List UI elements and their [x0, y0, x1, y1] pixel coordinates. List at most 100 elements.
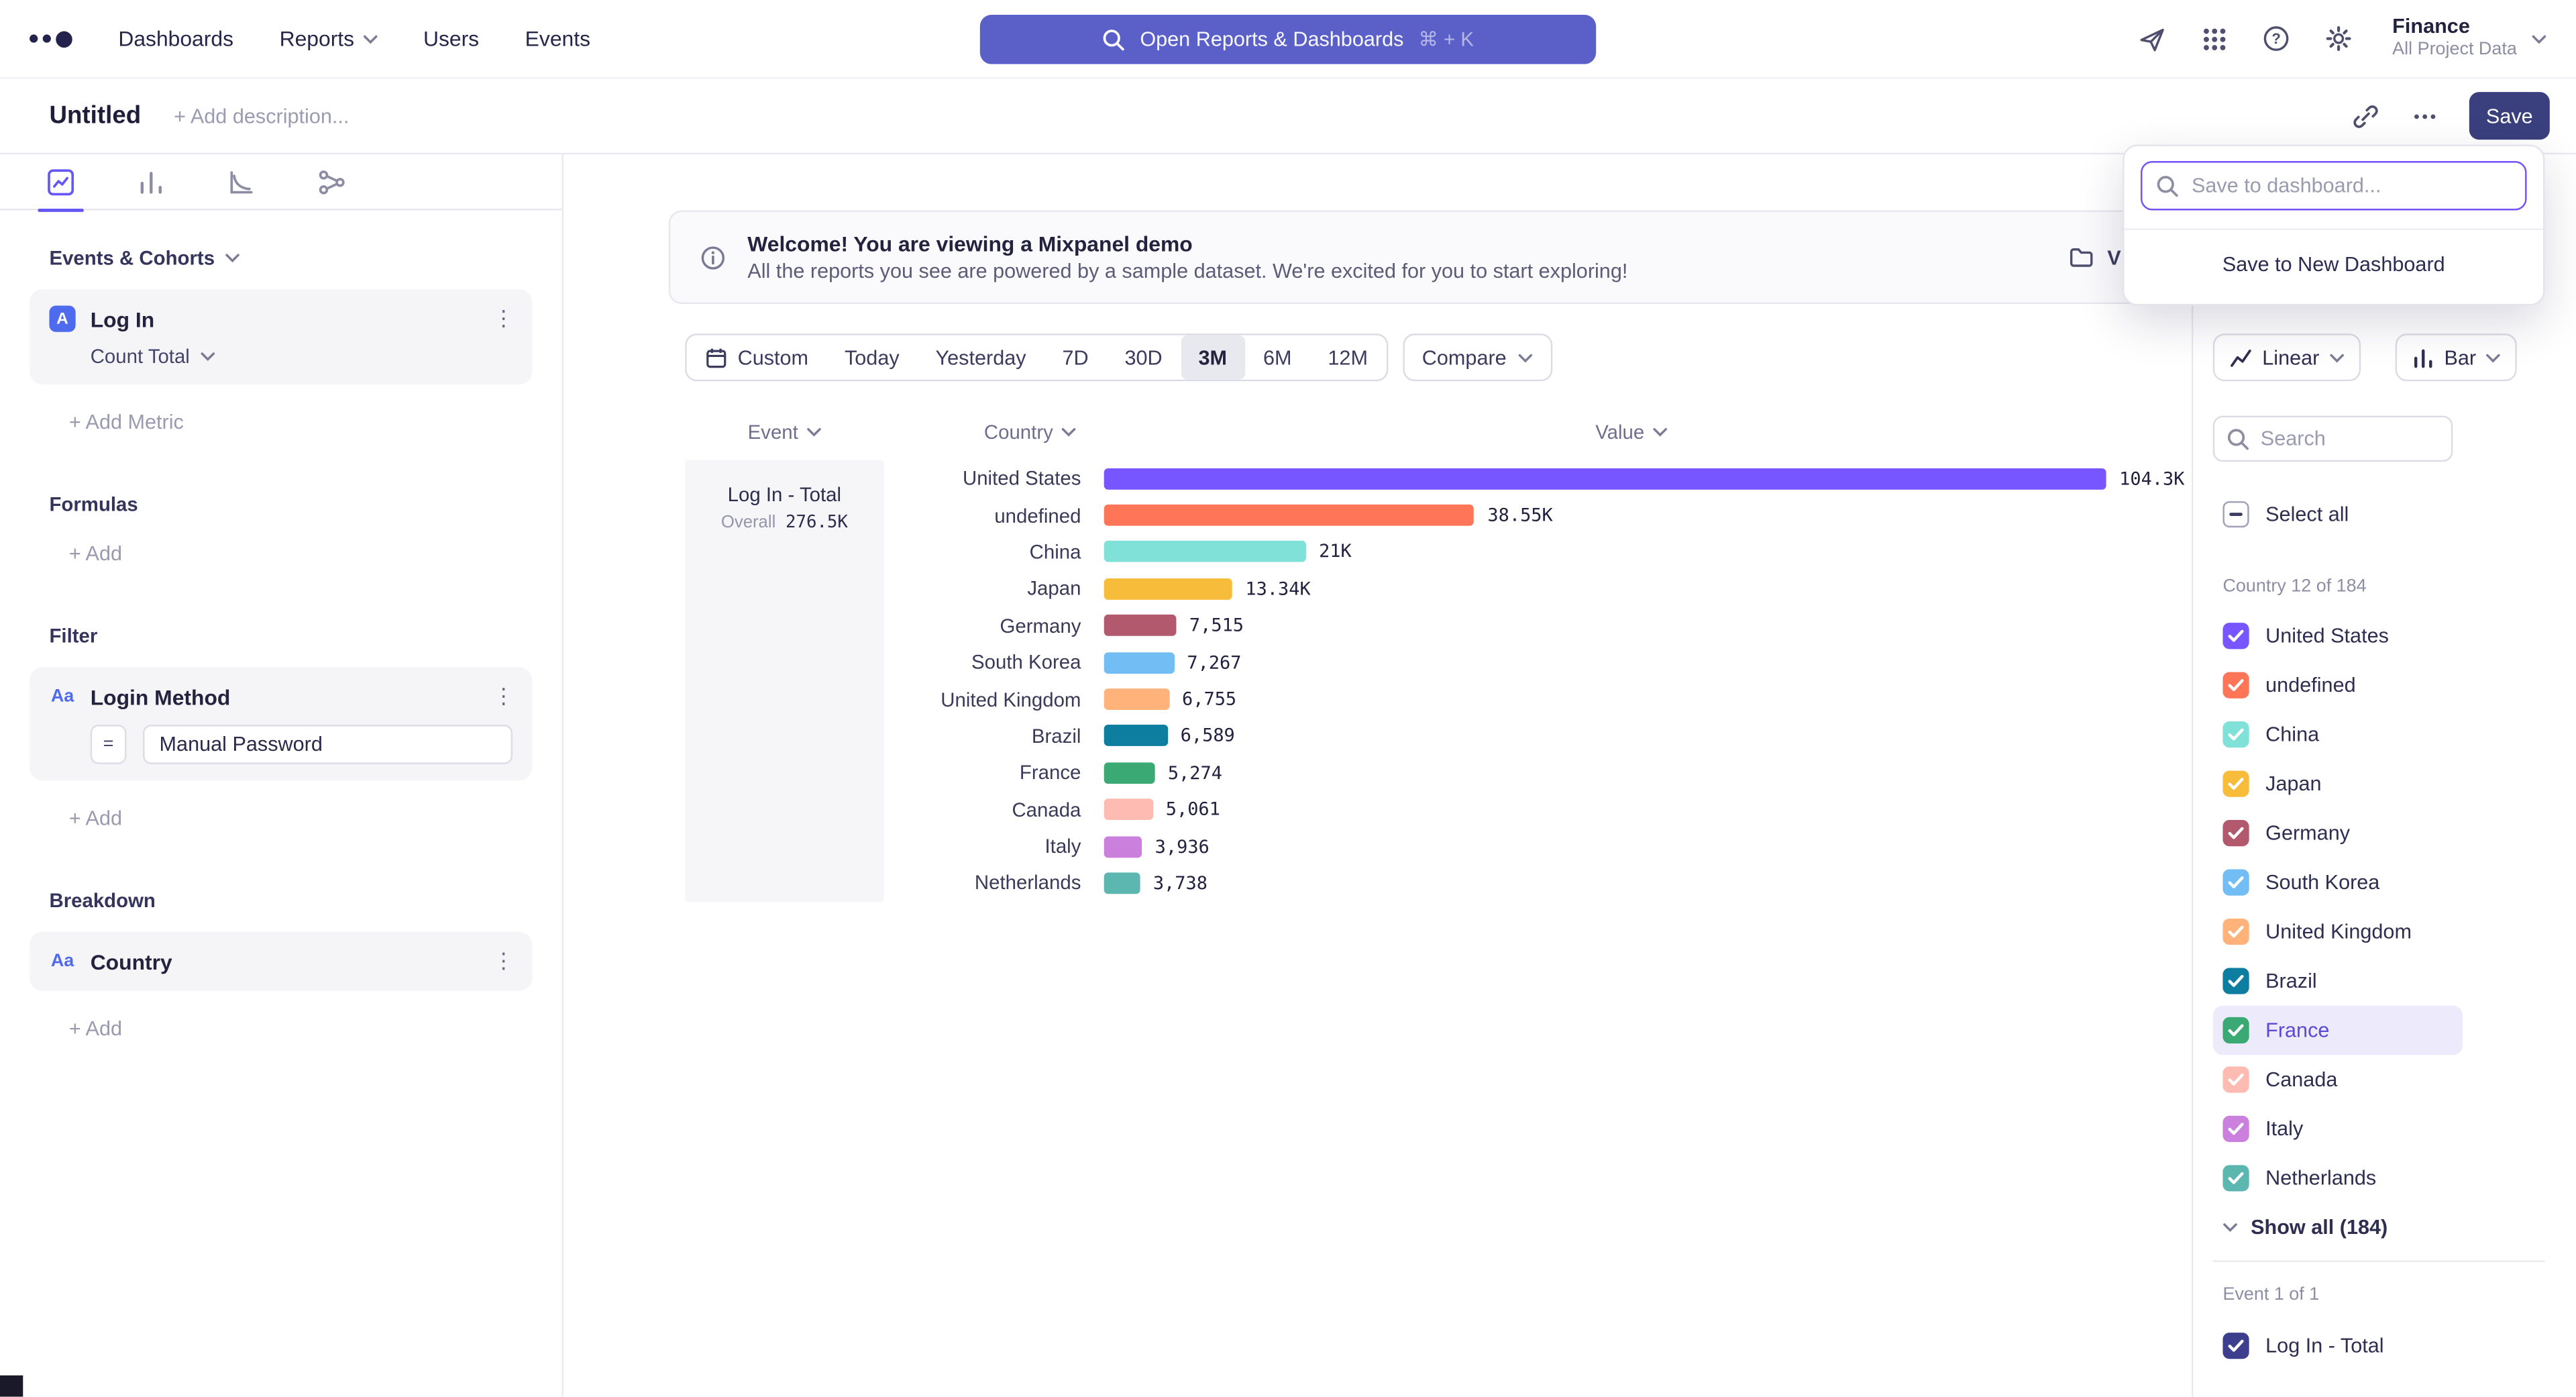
bar-china[interactable] — [1104, 541, 1306, 563]
legend-item-china[interactable]: China — [2213, 710, 2463, 759]
gear-icon[interactable] — [2323, 23, 2355, 54]
country-section-label: Country 12 of 184 — [2213, 577, 2576, 597]
bar-canada[interactable] — [1104, 799, 1152, 821]
tab-retention-icon[interactable] — [227, 167, 256, 197]
report-title[interactable]: Untitled — [49, 102, 141, 130]
checkbox-checked[interactable] — [2222, 672, 2249, 698]
range-button-yesterday[interactable]: Yesterday — [918, 335, 1044, 380]
event-menu-icon[interactable]: ⋮ — [493, 306, 513, 332]
bar-france[interactable] — [1104, 762, 1155, 784]
bar-netherlands[interactable] — [1104, 872, 1140, 894]
checkbox-indeterminate[interactable] — [2222, 501, 2249, 527]
compare-button[interactable]: Compare — [1402, 333, 1552, 381]
legend-item-netherlands[interactable]: Netherlands — [2213, 1153, 2463, 1202]
bar-united-states[interactable] — [1104, 468, 2106, 489]
bar-italy[interactable] — [1104, 836, 1142, 858]
tab-insights-icon[interactable] — [46, 167, 76, 197]
checkbox-checked[interactable] — [2222, 623, 2249, 649]
checkbox-checked[interactable] — [2222, 771, 2249, 797]
value-label: 7,515 — [1189, 615, 1244, 637]
checkbox-checked[interactable] — [2222, 968, 2249, 994]
add-formula-button[interactable]: + Add — [69, 542, 562, 565]
legend-item-undefined[interactable]: undefined — [2213, 660, 2463, 709]
dashboard-search-input[interactable] — [2141, 161, 2527, 210]
range-button-12m[interactable]: 12M — [1309, 335, 1385, 380]
range-button-6m[interactable]: 6M — [1245, 335, 1309, 380]
bar-undefined[interactable] — [1104, 505, 1474, 526]
category-label: China — [884, 541, 1104, 564]
filter-card[interactable]: Aa Login Method ⋮ = Manual Password — [30, 667, 532, 780]
send-icon[interactable] — [2136, 23, 2167, 54]
save-button[interactable]: Save — [2469, 92, 2550, 140]
tab-funnels-icon[interactable] — [136, 167, 166, 197]
legend-item-france[interactable]: France — [2213, 1006, 2463, 1055]
copy-link-icon[interactable] — [2351, 101, 2380, 131]
legend-item-canada[interactable]: Canada — [2213, 1055, 2463, 1104]
bar-japan[interactable] — [1104, 578, 1232, 600]
legend-item-japan[interactable]: Japan — [2213, 759, 2463, 808]
column-header-value[interactable]: Value — [1106, 421, 2157, 444]
bar-united-kingdom[interactable] — [1104, 688, 1169, 710]
column-header-event[interactable]: Event — [685, 421, 883, 444]
apps-grid-icon[interactable] — [2198, 23, 2230, 54]
global-search[interactable]: Open Reports & Dashboards ⌘ + K — [980, 15, 1596, 64]
range-button-3m[interactable]: 3M — [1181, 335, 1245, 380]
event-card[interactable]: A Log In ⋮ Count Total — [30, 289, 532, 384]
bar-germany[interactable] — [1104, 615, 1177, 637]
nav-item-dashboards[interactable]: Dashboards — [118, 26, 233, 51]
column-header-country[interactable]: Country — [945, 421, 1116, 444]
select-all-row[interactable]: Select all — [2213, 501, 2576, 527]
help-icon[interactable]: ? — [2261, 23, 2292, 54]
checkbox-checked[interactable] — [2222, 1165, 2249, 1191]
filter-operator[interactable]: = — [91, 725, 127, 764]
events-cohorts-header[interactable]: Events & Cohorts — [49, 246, 561, 269]
legend-item-brazil[interactable]: Brazil — [2213, 956, 2463, 1005]
bar-south-korea[interactable] — [1104, 652, 1174, 673]
mixpanel-logo[interactable] — [30, 30, 72, 46]
save-to-new-dashboard-button[interactable]: Save to New Dashboard — [2125, 230, 2543, 297]
breakdown-menu-icon[interactable]: ⋮ — [493, 948, 513, 974]
nav-item-reports[interactable]: Reports — [280, 26, 378, 51]
scale-dropdown[interactable]: Linear — [2213, 333, 2361, 381]
chart-type-dropdown[interactable]: Bar — [2395, 333, 2517, 381]
legend-event-item[interactable]: Log In - Total — [2213, 1321, 2463, 1370]
event-summary-cell[interactable]: Log In - Total Overall 276.5K — [685, 460, 883, 902]
breakdown-card[interactable]: Aa Country ⋮ — [30, 932, 532, 991]
checkbox-checked[interactable] — [2222, 820, 2249, 846]
chevron-down-icon — [1518, 352, 1533, 362]
legend-item-united-kingdom[interactable]: United Kingdom — [2213, 907, 2463, 956]
range-button-30d[interactable]: 30D — [1107, 335, 1181, 380]
more-options-icon[interactable] — [2410, 101, 2440, 131]
legend-item-south-korea[interactable]: South Korea — [2213, 858, 2463, 907]
nav-item-users[interactable]: Users — [423, 26, 479, 51]
show-all-button[interactable]: Show all (184) — [2213, 1216, 2576, 1239]
legend-item-united-states[interactable]: United States — [2213, 611, 2463, 660]
filter-value[interactable]: Manual Password — [143, 725, 513, 764]
legend-item-italy[interactable]: Italy — [2213, 1104, 2463, 1153]
checkbox-checked[interactable] — [2222, 919, 2249, 945]
checkbox-checked[interactable] — [2222, 1017, 2249, 1043]
add-breakdown-button[interactable]: + Add — [69, 1017, 562, 1040]
checkbox-checked[interactable] — [2222, 1116, 2249, 1142]
select-all-label: Select all — [2265, 503, 2349, 525]
nav-item-events[interactable]: Events — [525, 26, 590, 51]
legend-event-checkbox[interactable] — [2222, 1333, 2249, 1359]
checkbox-checked[interactable] — [2222, 721, 2249, 747]
range-button-today[interactable]: Today — [826, 335, 918, 380]
demo-dataset-button[interactable]: V — [2068, 244, 2121, 270]
range-button-7d[interactable]: 7D — [1044, 335, 1107, 380]
project-selector[interactable]: Finance All Project Data — [2392, 15, 2546, 62]
bar-brazil[interactable] — [1104, 725, 1167, 747]
checkbox-checked[interactable] — [2222, 1066, 2249, 1092]
checkbox-checked[interactable] — [2222, 870, 2249, 896]
add-filter-button[interactable]: + Add — [69, 807, 562, 829]
tab-flows-icon[interactable] — [317, 167, 347, 197]
add-metric-button[interactable]: + Add Metric — [69, 411, 562, 433]
filter-menu-icon[interactable]: ⋮ — [493, 684, 513, 710]
legend-label: United Kingdom — [2265, 920, 2412, 943]
legend-item-germany[interactable]: Germany — [2213, 809, 2463, 858]
legend-label: China — [2265, 723, 2319, 746]
aggregation-selector[interactable]: Count Total — [91, 345, 513, 368]
add-description[interactable]: + Add description... — [174, 105, 349, 127]
range-button-custom[interactable]: Custom — [687, 335, 826, 380]
